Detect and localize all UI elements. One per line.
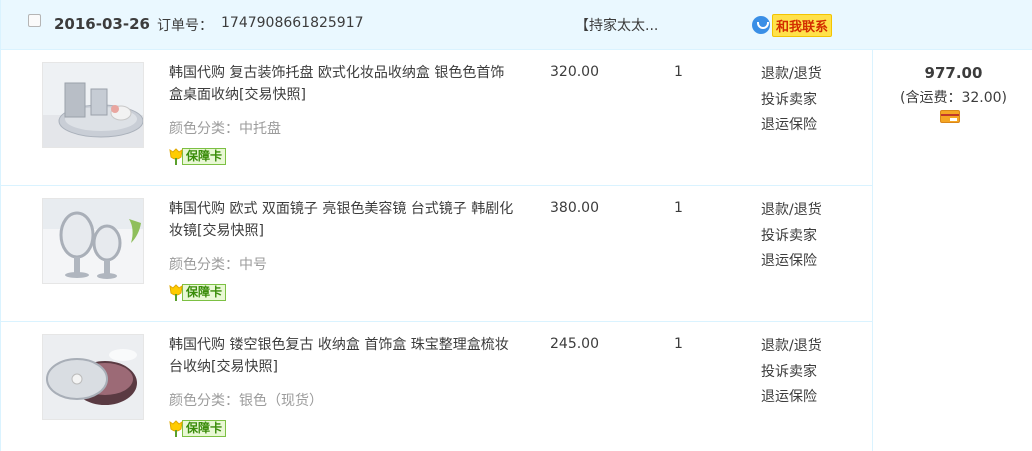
refund-return-link[interactable]: 退款/退货 <box>761 62 822 88</box>
complain-seller-link[interactable]: 投诉卖家 <box>761 88 822 114</box>
product-quantity: 1 <box>674 200 683 216</box>
order-number: 1747908661825917 <box>221 15 364 31</box>
item-operations: 退款/退货 投诉卖家 退运保险 <box>761 334 822 411</box>
item-operations: 退款/退货 投诉卖家 退运保险 <box>761 62 822 139</box>
product-title-link[interactable]: 韩国代购 欧式 双面镜子 亮银色美容镜 台式镜子 韩剧化妆镜[交易快照] <box>169 198 514 242</box>
product-sku: 颜色分类：中托盘 <box>169 121 281 137</box>
chat-icon <box>752 16 770 34</box>
product-quantity: 1 <box>674 336 683 352</box>
product-price: 245.00 <box>550 336 599 352</box>
tulip-icon <box>168 148 184 165</box>
contact-seller-label: 和我联系 <box>772 13 833 37</box>
contact-seller-button[interactable]: 和我联系 <box>752 13 833 37</box>
product-thumbnail[interactable] <box>42 334 144 420</box>
order-date: 2016-03-26 <box>54 15 150 33</box>
order-card: 2016-03-26 订单号： 1747908661825917 【持家太太..… <box>0 0 1032 451</box>
order-total-column: 977.00 (含运费：32.00) <box>872 50 1032 451</box>
order-items: 韩国代购 复古装饰托盘 欧式化妆品收纳盒 银色色首饰盒桌面收纳[交易快照] 颜色… <box>1 50 872 451</box>
item-operations: 退款/退货 投诉卖家 退运保险 <box>761 198 822 275</box>
product-quantity: 1 <box>674 64 683 80</box>
complain-seller-link[interactable]: 投诉卖家 <box>761 224 822 250</box>
product-price: 320.00 <box>550 64 599 80</box>
order-total: 977.00 <box>924 64 983 82</box>
order-item: 韩国代购 镂空银色复古 收纳盒 首饰盒 珠宝整理盒梳妆台收纳[交易快照] 颜色分… <box>1 322 872 451</box>
guarantee-card-badge[interactable]: 保障卡 <box>168 284 227 301</box>
order-item: 韩国代购 复古装饰托盘 欧式化妆品收纳盒 银色色首饰盒桌面收纳[交易快照] 颜色… <box>1 50 872 186</box>
refund-return-link[interactable]: 退款/退货 <box>761 198 822 224</box>
guarantee-card-label: 保障卡 <box>182 148 227 165</box>
product-sku: 颜色分类：中号 <box>169 257 267 273</box>
guarantee-card-badge[interactable]: 保障卡 <box>168 148 227 165</box>
return-insurance-link[interactable]: 退运保险 <box>761 385 822 411</box>
guarantee-card-badge[interactable]: 保障卡 <box>168 420 227 437</box>
tulip-icon <box>168 284 184 301</box>
product-title-link[interactable]: 韩国代购 复古装饰托盘 欧式化妆品收纳盒 银色色首饰盒桌面收纳[交易快照] <box>169 62 514 106</box>
guarantee-card-label: 保障卡 <box>182 420 227 437</box>
product-sku: 颜色分类：银色（现货） <box>169 393 323 409</box>
refund-return-link[interactable]: 退款/退货 <box>761 334 822 360</box>
tulip-icon <box>168 420 184 437</box>
return-insurance-link[interactable]: 退运保险 <box>761 113 822 139</box>
complain-seller-link[interactable]: 投诉卖家 <box>761 360 822 386</box>
product-price: 380.00 <box>550 200 599 216</box>
shop-name-link[interactable]: 【持家太太... <box>575 15 658 35</box>
guarantee-card-label: 保障卡 <box>182 284 227 301</box>
order-item: 韩国代购 欧式 双面镜子 亮银色美容镜 台式镜子 韩剧化妆镜[交易快照] 颜色分… <box>1 186 872 322</box>
credit-card-icon[interactable] <box>940 110 960 123</box>
order-checkbox[interactable] <box>28 14 41 27</box>
product-title-link[interactable]: 韩国代购 镂空银色复古 收纳盒 首饰盒 珠宝整理盒梳妆台收纳[交易快照] <box>169 334 514 378</box>
shipping-fee: (含运费：32.00) <box>899 90 1007 106</box>
product-thumbnail[interactable] <box>42 198 144 284</box>
order-header: 2016-03-26 订单号： 1747908661825917 【持家太太..… <box>1 0 1032 50</box>
product-thumbnail[interactable] <box>42 62 144 148</box>
order-number-label: 订单号： <box>157 18 213 34</box>
return-insurance-link[interactable]: 退运保险 <box>761 249 822 275</box>
